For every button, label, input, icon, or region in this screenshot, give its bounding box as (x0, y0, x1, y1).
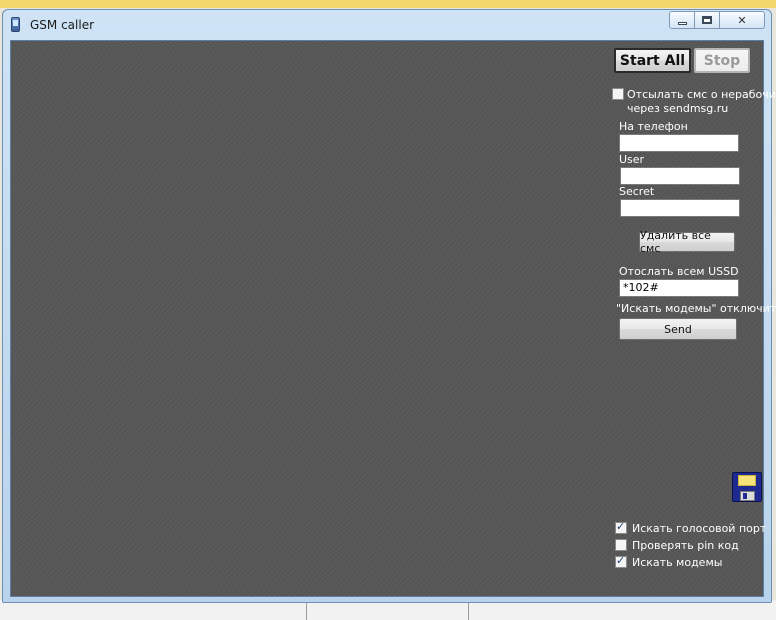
minimize-button[interactable] (669, 11, 695, 29)
user-label: User (619, 153, 645, 166)
floppy-slot (743, 493, 747, 499)
sms-notify-label-line2: через sendmsg.ru (627, 102, 729, 115)
minimize-icon (677, 21, 687, 25)
phone-input[interactable] (619, 134, 739, 152)
title-bar[interactable]: GSM caller ✕ (3, 10, 771, 40)
close-button[interactable]: ✕ (719, 11, 765, 29)
voice-port-checkbox[interactable]: ✓ (615, 520, 627, 534)
desktop-divider (468, 600, 469, 620)
phone-label: На телефон (619, 120, 688, 133)
send-ussd-button[interactable]: Send (619, 318, 737, 340)
desktop-divider (306, 600, 307, 620)
search-modems-label: Искать модемы (632, 556, 723, 569)
main-panel: Start All Stop Отсылать смс о нерабочих … (10, 40, 776, 597)
sms-notify-checkbox[interactable] (612, 88, 624, 100)
start-all-button[interactable]: Start All (614, 48, 691, 73)
floppy-label (738, 475, 756, 486)
voice-port-label: Искать голосовой порт (632, 522, 767, 535)
ussd-label: Отослать всем USSD (619, 265, 739, 278)
desktop-background-bottom (0, 600, 776, 620)
desktop-background-top (0, 0, 776, 8)
secret-input[interactable] (620, 199, 740, 217)
maximize-button[interactable] (694, 11, 720, 29)
pin-check-label: Проверять pin код (632, 539, 739, 552)
stop-button[interactable]: Stop (694, 48, 750, 73)
ussd-input[interactable]: *102# (619, 279, 739, 297)
user-input[interactable] (620, 167, 740, 185)
pin-check-checkbox[interactable] (615, 539, 627, 551)
app-window: GSM caller ✕ Start All Stop Отсылать смс… (2, 9, 776, 603)
window-title: GSM caller (30, 18, 95, 32)
search-modems-checkbox[interactable]: ✓ (615, 554, 627, 568)
floppy-disk-icon[interactable] (732, 472, 762, 502)
sms-notify-label-line1: Отсылать смс о нерабочих (627, 88, 776, 101)
maximize-icon (702, 16, 712, 24)
secret-label: Secret (619, 185, 655, 198)
delete-all-sms-button[interactable]: Удалить все смс (639, 229, 735, 255)
check-mark-icon: ✓ (616, 554, 626, 567)
check-mark-icon: ✓ (616, 520, 626, 533)
ussd-hint: "Искать модемы" отключить (616, 302, 776, 315)
phone-icon (11, 17, 20, 32)
close-icon: ✕ (737, 13, 747, 27)
